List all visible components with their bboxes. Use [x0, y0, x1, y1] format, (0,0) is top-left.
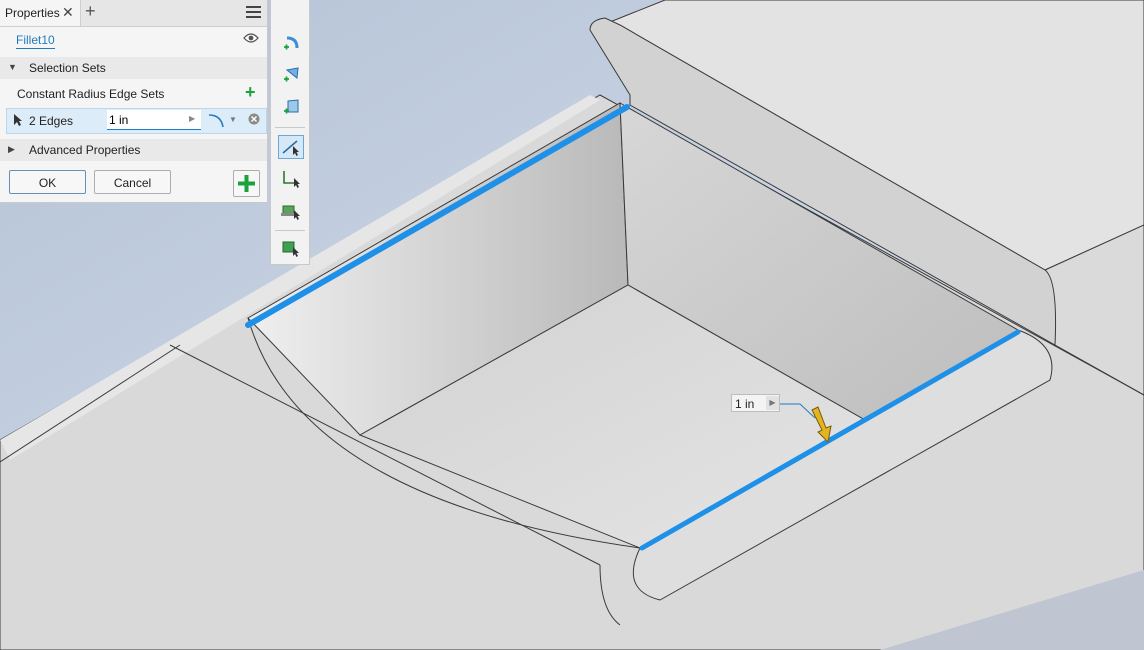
- plus-icon: [238, 175, 255, 192]
- caret-right-icon: ▶: [8, 144, 15, 154]
- tab-properties-label: Properties: [5, 6, 60, 20]
- edge-select-mode-icon[interactable]: [278, 135, 304, 159]
- advanced-properties-header[interactable]: ▶ Advanced Properties: [0, 139, 267, 161]
- ok-button[interactable]: OK: [9, 170, 86, 194]
- close-icon[interactable]: ✕: [62, 4, 74, 21]
- setback-fillet-icon[interactable]: [278, 96, 304, 120]
- panel-tab-bar: Properties ✕ +: [0, 0, 267, 27]
- radius-dimension-label[interactable]: 1 in ▶: [731, 394, 780, 412]
- plus-icon[interactable]: +: [85, 1, 96, 22]
- solid-select-mode-icon[interactable]: [278, 236, 304, 260]
- input-expand-icon[interactable]: ▶: [189, 114, 195, 123]
- feature-name-field[interactable]: Fillet10: [16, 33, 55, 49]
- loop-select-mode-icon[interactable]: [278, 167, 304, 191]
- toolbar-divider: [275, 230, 305, 231]
- variable-radius-fillet-icon[interactable]: [278, 64, 304, 88]
- add-edge-set-plus-icon[interactable]: +: [245, 83, 256, 101]
- advanced-properties-label: Advanced Properties: [29, 143, 141, 157]
- cursor-arrow-icon[interactable]: [13, 113, 23, 127]
- apply-plus-button[interactable]: [233, 170, 260, 197]
- selection-sets-label: Selection Sets: [29, 61, 106, 75]
- toolbar-divider: [275, 127, 305, 128]
- properties-panel: Properties ✕ + Fillet10 ▼ Selection Sets…: [0, 0, 268, 203]
- eye-icon[interactable]: [243, 32, 259, 44]
- caret-down-icon: ▼: [8, 62, 17, 72]
- remove-circle-icon[interactable]: [248, 113, 260, 125]
- edge-sets-label: Constant Radius Edge Sets: [17, 87, 165, 101]
- fillet-mode-toolbar: [270, 0, 310, 265]
- edge-set-row[interactable]: 2 Edges ▶ ▼: [6, 108, 267, 134]
- chevron-down-icon[interactable]: ▼: [229, 115, 237, 124]
- cancel-button[interactable]: Cancel: [94, 170, 171, 194]
- radius-input[interactable]: [107, 110, 201, 130]
- tab-properties[interactable]: Properties ✕: [0, 0, 81, 26]
- fillet-profile-icon[interactable]: [207, 112, 227, 128]
- constant-radius-fillet-icon[interactable]: [278, 32, 304, 56]
- selection-sets-header[interactable]: ▼ Selection Sets: [0, 57, 267, 79]
- edges-count-label: 2 Edges: [29, 114, 74, 128]
- feature-select-mode-icon[interactable]: [278, 199, 304, 223]
- dimension-expand-icon[interactable]: ▶: [766, 396, 779, 410]
- radius-dimension-value[interactable]: 1 in: [735, 397, 754, 411]
- hamburger-menu-icon[interactable]: [246, 6, 261, 19]
